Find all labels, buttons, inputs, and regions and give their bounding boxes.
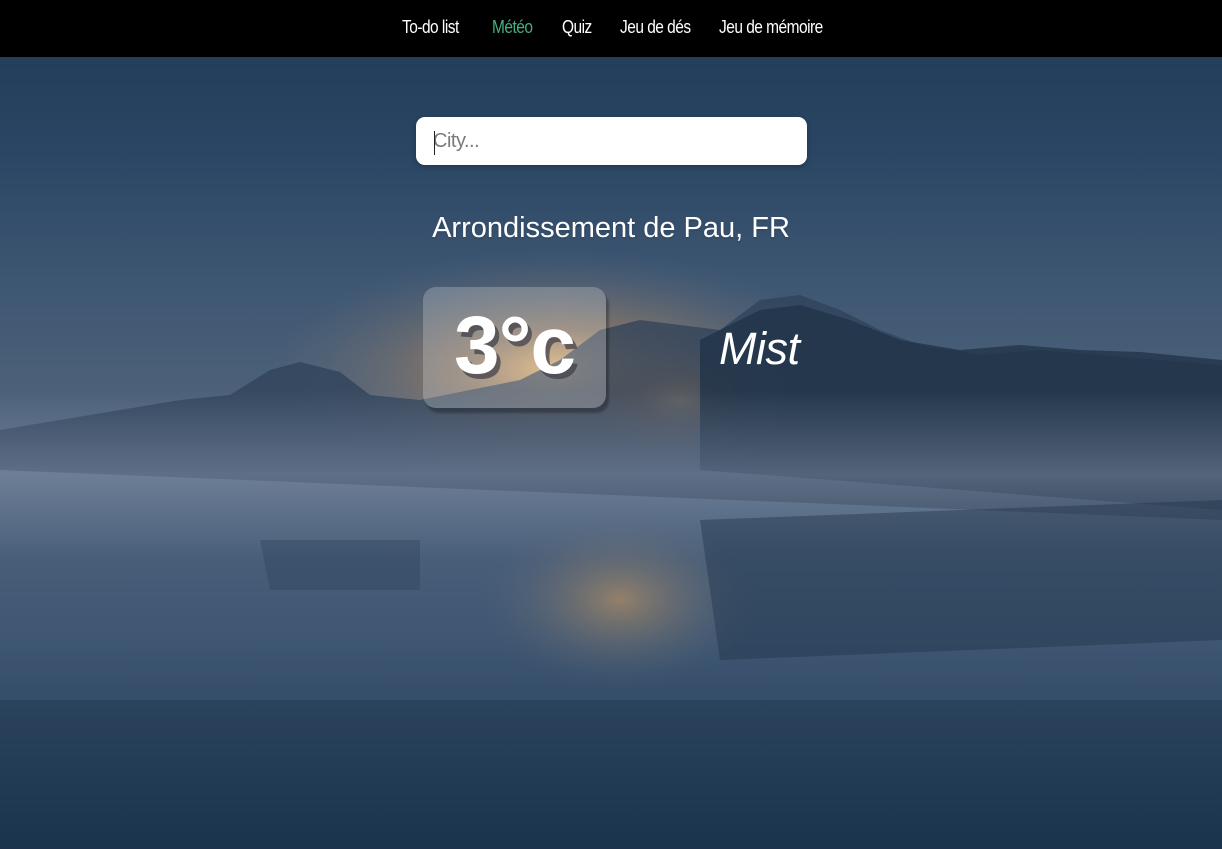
location-label: Arrondissement de Pau, FR	[432, 212, 790, 244]
nav-item-jeu-de-memoire[interactable]: Jeu de mémoire	[719, 15, 823, 39]
city-search-box	[416, 117, 807, 165]
city-search-input[interactable]	[416, 117, 807, 165]
top-navbar: To-do list Météo Quiz Jeu de dés Jeu de …	[0, 0, 1222, 57]
nav-item-meteo[interactable]: Météo	[492, 15, 533, 39]
nav-item-todo-list[interactable]: To-do list	[402, 15, 459, 39]
text-cursor	[434, 131, 435, 155]
temperature-card: 3°c	[423, 287, 606, 408]
nav-item-jeu-de-des[interactable]: Jeu de dés	[620, 15, 691, 39]
nav-list: To-do list Météo Quiz Jeu de dés Jeu de …	[0, 15, 1222, 41]
temperature-value: 3°c	[453, 300, 576, 391]
nav-item-quiz[interactable]: Quiz	[562, 15, 592, 39]
weather-condition: Mist	[719, 323, 800, 374]
